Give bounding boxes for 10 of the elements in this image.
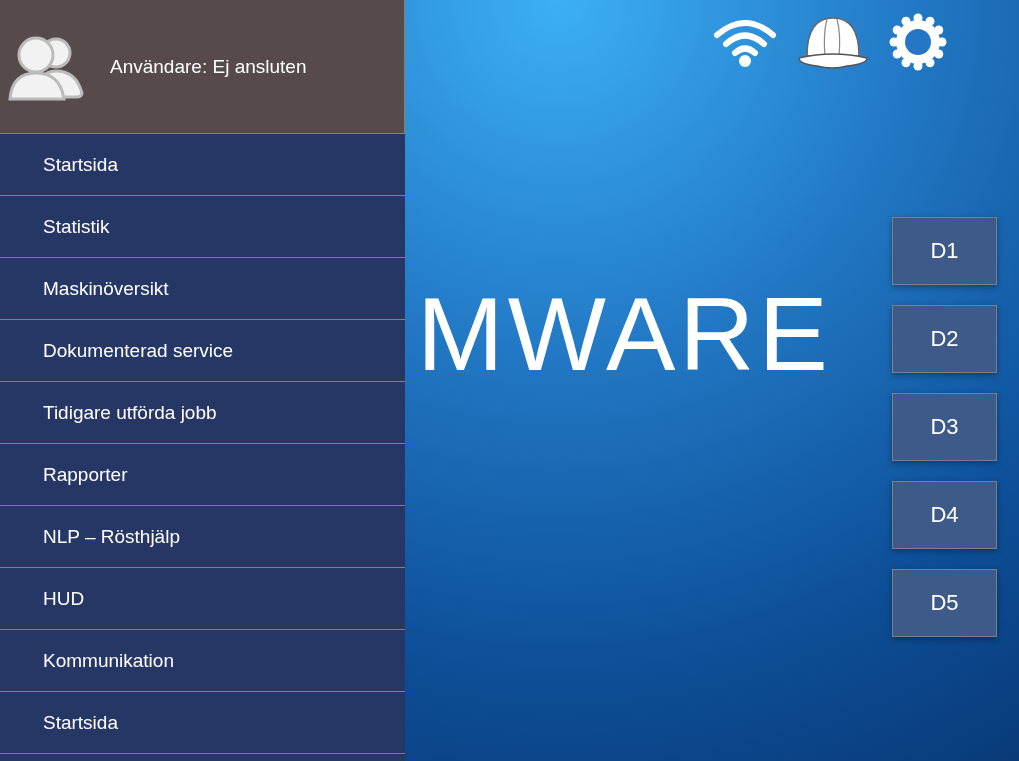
user-status: Användare: Ej ansluten	[110, 55, 307, 78]
d-button[interactable]: D3	[892, 393, 997, 461]
d-button[interactable]: D2	[892, 305, 997, 373]
d-button[interactable]: D1	[892, 217, 997, 285]
hard-hat-icon[interactable]	[797, 14, 869, 70]
d-button[interactable]: D5	[892, 569, 997, 637]
app-title: MWARE	[417, 276, 832, 392]
wifi-icon[interactable]	[713, 17, 777, 67]
d-button[interactable]: D4	[892, 481, 997, 549]
settings-icon[interactable]	[889, 13, 947, 71]
